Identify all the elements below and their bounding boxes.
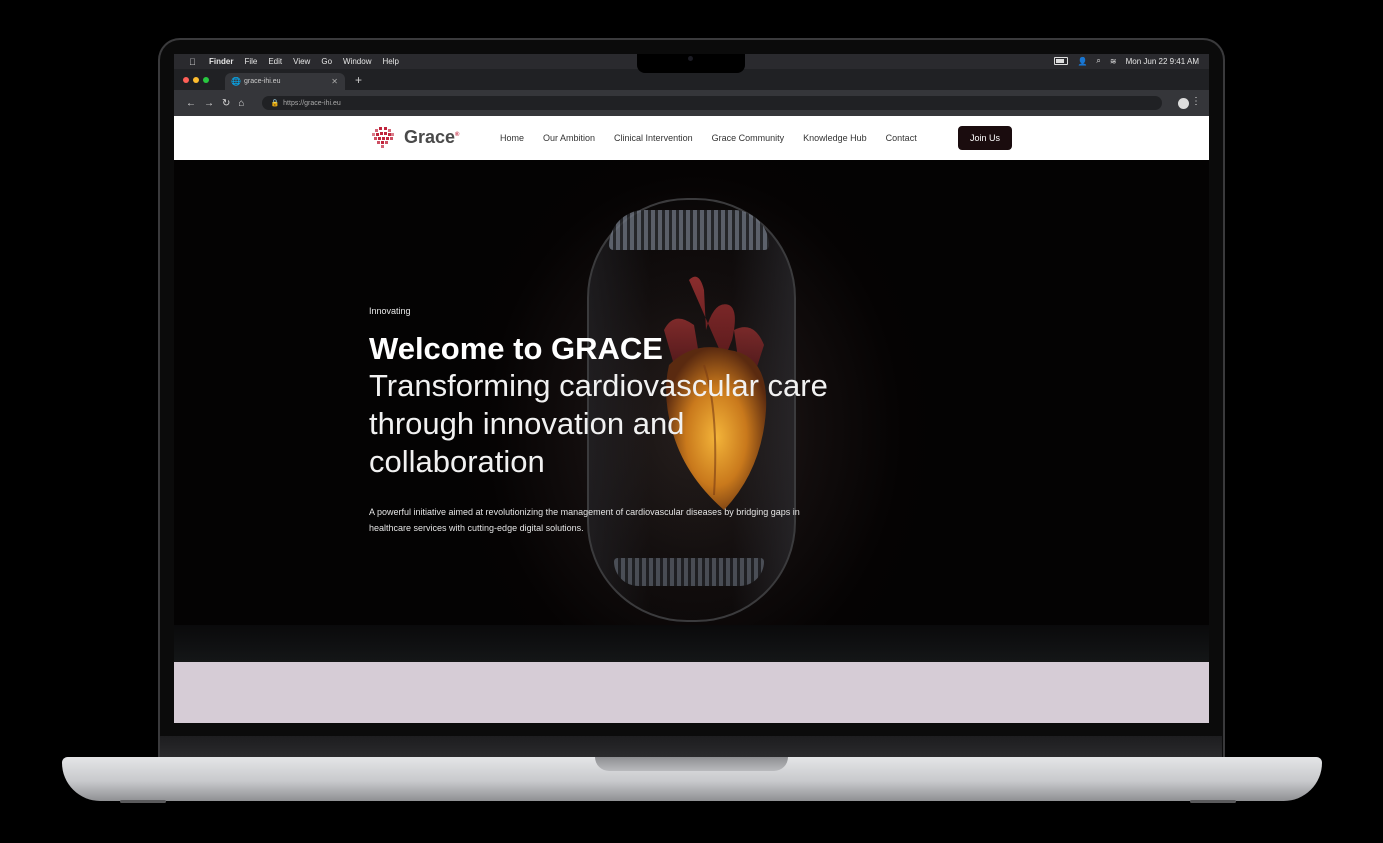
reload-icon[interactable]: ↻	[222, 98, 230, 109]
tab-title: grace-ihi.eu	[243, 78, 281, 85]
wifi-icon[interactable]: ≋	[1110, 57, 1117, 66]
globe-icon: 🌐	[231, 77, 241, 86]
hero-section: Innovating Welcome to GRACE Transforming…	[174, 160, 1209, 662]
url-text: https://grace-ihi.eu	[283, 99, 341, 107]
laptop-screen:  Finder File Edit View Go Window Help 👤…	[174, 54, 1209, 723]
search-icon[interactable]: ⌕	[1096, 56, 1100, 66]
address-bar[interactable]: 🔒 https://grace-ihi.eu	[262, 96, 1163, 110]
join-us-button[interactable]: Join Us	[958, 126, 1012, 150]
menu-app-name[interactable]: Finder	[209, 57, 233, 66]
minimize-window-button[interactable]	[193, 76, 199, 83]
close-window-button[interactable]	[183, 76, 189, 83]
logo-text: Grace®	[404, 126, 460, 147]
new-tab-icon[interactable]: +	[355, 73, 362, 87]
menu-help[interactable]: Help	[382, 57, 398, 66]
lock-icon: 🔒	[270, 100, 280, 107]
registered-mark: ®	[455, 131, 460, 138]
laptop-foot	[1190, 800, 1236, 803]
menu-file[interactable]: File	[244, 57, 257, 66]
maximize-window-button[interactable]	[203, 76, 209, 83]
profile-icon[interactable]	[1178, 98, 1189, 109]
back-icon[interactable]: ←	[186, 98, 196, 109]
window-controls	[183, 76, 209, 83]
home-icon[interactable]: ⌂	[238, 98, 244, 109]
menu-window[interactable]: Window	[343, 57, 371, 66]
hero-subtitle: Transforming cardiovascular care through…	[369, 368, 828, 479]
menu-view[interactable]: View	[293, 57, 310, 66]
forward-icon[interactable]: →	[204, 98, 214, 109]
main-nav: Home Our Ambition Clinical Intervention …	[500, 133, 936, 143]
close-tab-icon[interactable]: ✕	[331, 77, 338, 86]
browser-toolbar: ← → ↻ ⌂ 🔒 https://grace-ihi.eu ⋮	[174, 90, 1209, 116]
browser-tab[interactable]: 🌐 grace-ihi.eu ✕	[225, 73, 345, 90]
more-menu-icon[interactable]: ⋮	[1191, 96, 1201, 107]
heart-logo-icon	[372, 127, 394, 148]
nav-contact[interactable]: Contact	[886, 133, 917, 143]
capsule-bottom-cap	[614, 558, 764, 586]
nav-our-ambition[interactable]: Our Ambition	[543, 133, 595, 143]
menu-go[interactable]: Go	[321, 57, 332, 66]
nav-grace-community[interactable]: Grace Community	[712, 133, 785, 143]
next-section-band	[174, 662, 1209, 723]
apple-icon[interactable]: 	[189, 57, 197, 67]
laptop-foot	[120, 800, 166, 803]
hero-bottom-fade	[174, 625, 1209, 662]
menu-clock[interactable]: Mon Jun 22 9:41 AM	[1126, 57, 1199, 66]
menu-edit[interactable]: Edit	[268, 57, 282, 66]
nav-knowledge-hub[interactable]: Knowledge Hub	[803, 133, 867, 143]
nav-home[interactable]: Home	[500, 133, 524, 143]
hero-title: Welcome to GRACE	[369, 331, 663, 366]
camera-icon	[688, 56, 693, 61]
menu-status-area: 👤 ⌕ ≋ Mon Jun 22 9:41 AM	[1054, 56, 1199, 66]
capsule-top-cap	[609, 210, 769, 250]
hero-eyebrow: Innovating	[369, 306, 411, 316]
hero-description: A powerful initiative aimed at revolutio…	[369, 507, 800, 533]
battery-icon[interactable]	[1054, 57, 1069, 65]
laptop-lip	[595, 757, 788, 771]
nav-clinical-intervention[interactable]: Clinical Intervention	[614, 133, 693, 143]
user-icon[interactable]: 👤	[1077, 57, 1087, 66]
site-header: Grace® Home Our Ambition Clinical Interv…	[174, 116, 1209, 160]
site-logo[interactable]: Grace®	[372, 126, 459, 148]
